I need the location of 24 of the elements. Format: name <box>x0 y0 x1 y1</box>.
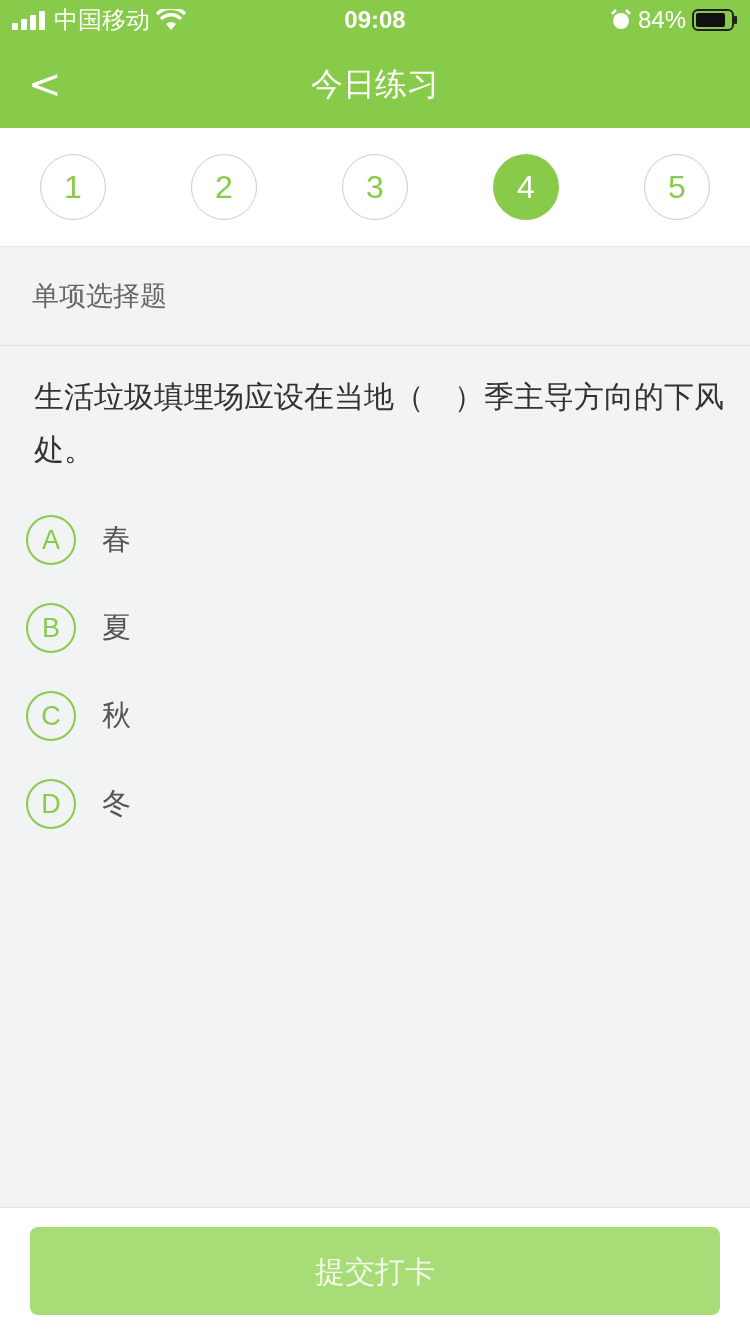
question-number-tab[interactable]: 5 <box>644 154 710 220</box>
battery-percent: 84% <box>637 5 686 35</box>
clock-time: 09:08 <box>344 5 406 35</box>
carrier-name: 中国移动 <box>54 5 150 36</box>
wifi-icon <box>156 9 186 31</box>
option-letter[interactable]: C <box>26 691 76 741</box>
option-letter[interactable]: A <box>26 515 76 565</box>
question-number-tab[interactable]: 3 <box>342 154 408 220</box>
page-title: 今日练习 <box>311 65 439 104</box>
option-letter[interactable]: D <box>26 779 76 829</box>
option-text[interactable]: 秋 <box>102 694 131 738</box>
signal-icon <box>12 10 48 30</box>
option-text[interactable]: 夏 <box>102 606 131 650</box>
question-number-tab[interactable]: 4 <box>493 154 559 220</box>
option-text[interactable]: 春 <box>102 518 131 562</box>
battery-icon <box>692 9 738 31</box>
back-button[interactable]: < <box>24 64 66 104</box>
option-text[interactable]: 冬 <box>102 782 131 826</box>
option-letter[interactable]: B <box>26 603 76 653</box>
question-number-tab[interactable]: 1 <box>40 154 106 220</box>
section-title: 单项选择题 <box>32 279 167 313</box>
question-text: 生活垃圾填埋场应设在当地（ ）季主导方向的下风处。 <box>33 379 725 468</box>
alarm-icon <box>609 9 632 31</box>
question-number-tab[interactable]: 2 <box>191 154 257 220</box>
